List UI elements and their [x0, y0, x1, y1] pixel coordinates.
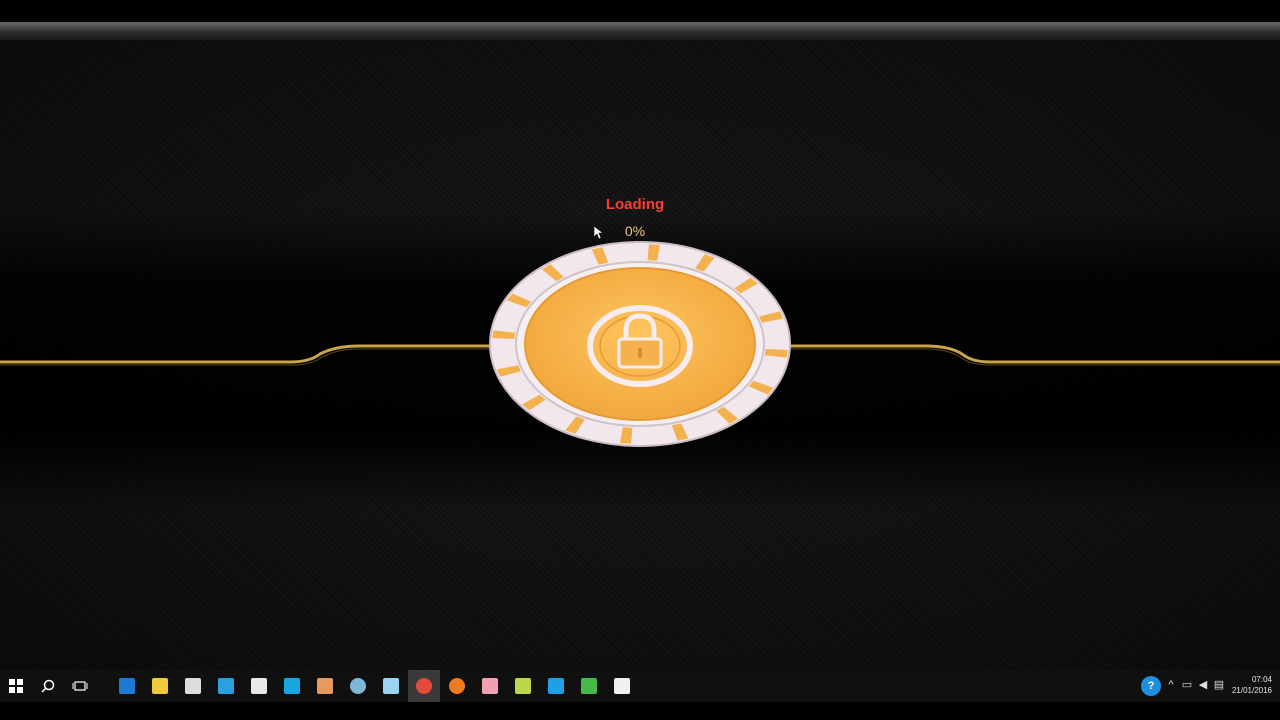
chevron-up-icon[interactable]: ^: [1164, 678, 1178, 692]
network-icon[interactable]: ▭: [1180, 678, 1194, 692]
chrome-icon: [416, 678, 432, 694]
skype-app-icon: [284, 678, 300, 694]
taskbar-app-button[interactable]: [474, 670, 506, 702]
taskbar-app-button[interactable]: [606, 670, 638, 702]
windows-logo-icon: [9, 679, 23, 693]
taskbar-app-button[interactable]: [540, 670, 572, 702]
taskbar-app-button[interactable]: [309, 670, 341, 702]
help-icon[interactable]: ?: [1141, 676, 1161, 696]
taskbar-app-button[interactable]: [144, 670, 176, 702]
clock-time: 07:04: [1251, 675, 1272, 684]
folder-green-icon: [515, 678, 531, 694]
network-app-icon: [218, 678, 234, 694]
taskbar-app-button[interactable]: [243, 670, 275, 702]
camtasia-icon: [581, 678, 597, 694]
file-explorer-icon: [152, 678, 168, 694]
clock-date: 21/01/2016: [1231, 686, 1272, 695]
store-icon: [185, 678, 201, 694]
start-button[interactable]: [0, 670, 32, 702]
mouse-cursor-icon: [594, 226, 604, 240]
taskbar-app-button[interactable]: [507, 670, 539, 702]
loading-status-text: Loading: [605, 196, 665, 213]
tray-clock[interactable]: 07:04 21/01/2016: [1222, 674, 1272, 696]
globe-app-icon: [350, 678, 366, 694]
screen-bottom-bar: [0, 702, 1280, 720]
paint-icon: [317, 678, 333, 694]
windows-taskbar: ? ^ ▭ ◀ ▤ 07:04 21/01/2016: [0, 670, 1280, 702]
loading-percent-text: 0%: [624, 223, 646, 239]
hp-icon: [251, 678, 267, 694]
task-view-icon: [72, 681, 88, 691]
screen-top-bar: [0, 0, 1280, 22]
window-title-bar[interactable]: [0, 22, 1280, 40]
task-view-button[interactable]: [64, 670, 96, 702]
taskbar-app-button[interactable]: [111, 670, 143, 702]
search-button[interactable]: [32, 670, 64, 702]
taskbar-app-button[interactable]: [441, 670, 473, 702]
notes-icon: [383, 678, 399, 694]
edge-icon: [119, 678, 135, 694]
taskbar-app-button[interactable]: [177, 670, 209, 702]
skype-icon: [548, 678, 564, 694]
firefox-icon: [449, 678, 465, 694]
volume-icon[interactable]: ◀: [1196, 678, 1210, 692]
taskbar-app-button[interactable]: [573, 670, 605, 702]
taskbar-app-button[interactable]: [276, 670, 308, 702]
taskbar-app-button[interactable]: [210, 670, 242, 702]
search-icon: [41, 679, 55, 693]
taskbar-app-button[interactable]: [375, 670, 407, 702]
lock-wheel: [489, 241, 791, 447]
taskbar-app-button[interactable]: [408, 670, 440, 702]
taskbar-app-button[interactable]: [342, 670, 374, 702]
document-icon: [614, 678, 630, 694]
brain-app-icon: [482, 678, 498, 694]
